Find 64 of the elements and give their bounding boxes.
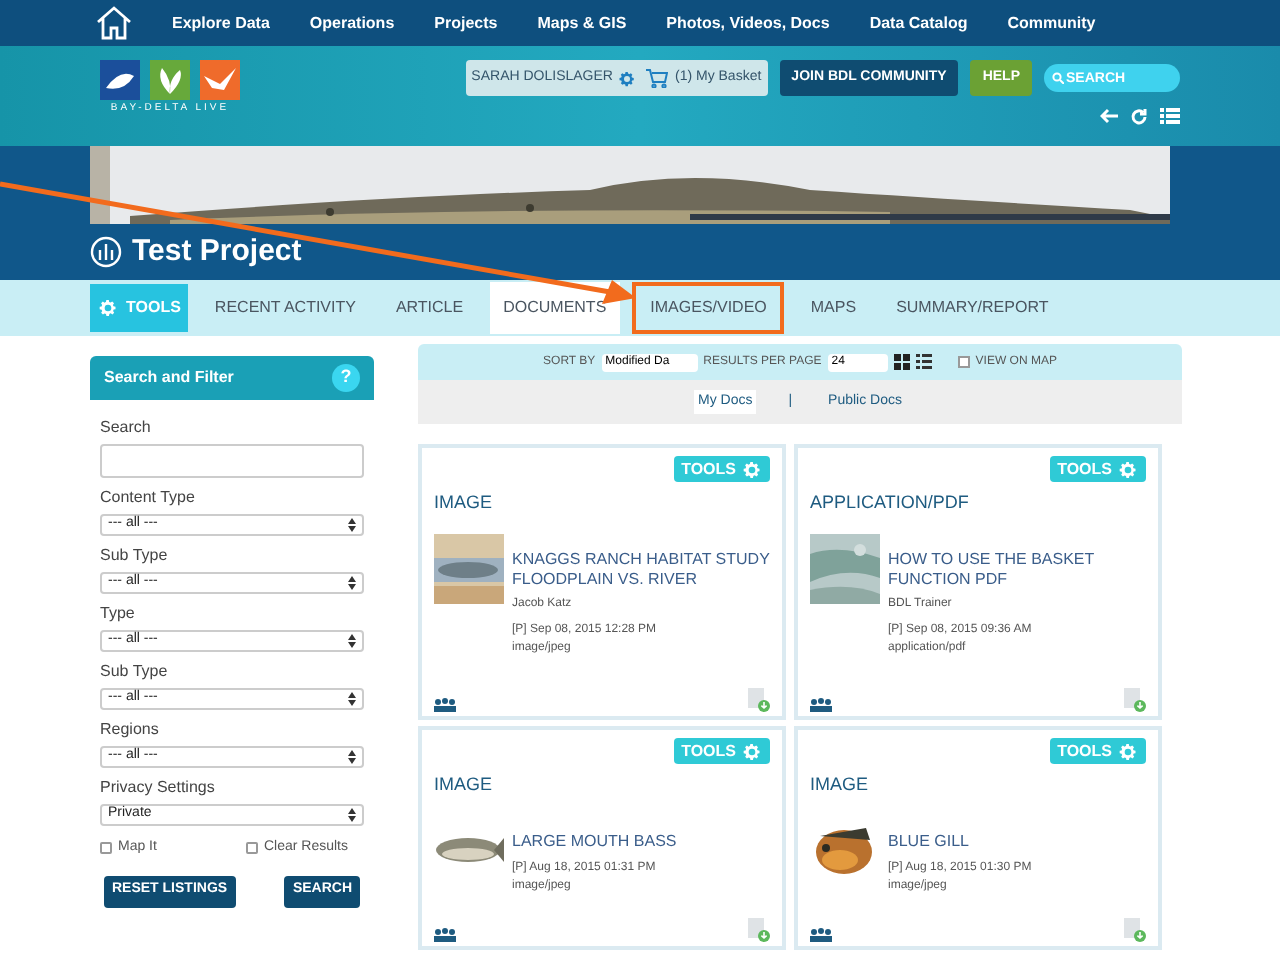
field-label: Type xyxy=(100,602,137,626)
document-title[interactable]: BLUE GILL xyxy=(888,831,1032,851)
back-arrow-icon[interactable] xyxy=(1100,108,1118,124)
refresh-icon[interactable] xyxy=(1130,108,1148,126)
nav-link[interactable]: Data Catalog xyxy=(869,11,968,35)
gear-icon xyxy=(1118,459,1138,479)
gear-icon xyxy=(618,69,637,87)
download-icon[interactable] xyxy=(1124,918,1146,942)
field-label: Search xyxy=(100,416,153,440)
tab[interactable]: DOCUMENTS xyxy=(489,282,621,334)
checkbox[interactable] xyxy=(245,842,258,855)
checkbox[interactable] xyxy=(957,356,970,368)
document-title[interactable]: HOW TO USE THE BASKET FUNCTION PDF xyxy=(888,549,1146,589)
nav-link[interactable]: Explore Data xyxy=(172,11,270,35)
dropdown-arrows-icon xyxy=(348,750,356,764)
group-icon[interactable] xyxy=(810,698,832,712)
dropdown-arrows-icon xyxy=(348,518,356,532)
download-icon[interactable] xyxy=(1124,688,1146,712)
list-view-icon[interactable] xyxy=(915,354,932,370)
nav-link[interactable]: Projects xyxy=(434,11,498,35)
dropdown-arrows-icon xyxy=(348,692,356,706)
document-title[interactable]: LARGE MOUTH BASS xyxy=(512,831,677,851)
home-icon[interactable] xyxy=(96,6,132,40)
dropdown-arrows-icon xyxy=(348,576,356,590)
gear-icon xyxy=(1118,741,1138,761)
tab[interactable]: MAPS xyxy=(796,282,871,334)
field-label: Sub Type xyxy=(100,660,170,684)
tab[interactable]: ARTICLE xyxy=(381,282,478,334)
grid-view-icon[interactable] xyxy=(893,354,910,370)
list-icon[interactable] xyxy=(1160,108,1180,124)
tab[interactable]: IMAGES/VIDEO xyxy=(632,282,785,334)
document-type: APPLICATION/PDF xyxy=(810,490,971,516)
gear-icon xyxy=(742,741,762,761)
document-type: IMAGE xyxy=(434,490,495,516)
nav-link[interactable]: Maps & GIS xyxy=(537,11,627,35)
dropdown-arrows-icon xyxy=(348,634,356,648)
tab[interactable]: SUMMARY/REPORT xyxy=(882,282,1063,334)
group-icon[interactable] xyxy=(434,928,456,942)
dropdown-arrows-icon xyxy=(348,808,356,822)
field-label: Content Type xyxy=(100,486,197,510)
filter-title: Search and Filter xyxy=(104,366,234,390)
field-label: Regions xyxy=(100,718,161,742)
nav-link[interactable]: Operations xyxy=(309,11,395,35)
gear-icon xyxy=(742,459,762,479)
project-icon xyxy=(90,236,122,268)
download-icon[interactable] xyxy=(748,688,770,712)
search-icon xyxy=(1052,72,1064,84)
search-input[interactable] xyxy=(100,444,364,478)
project-title: Test Project xyxy=(132,231,302,272)
field-label: Privacy Settings xyxy=(100,776,217,800)
logo-drawing[interactable] xyxy=(100,60,240,100)
cart-icon[interactable] xyxy=(646,68,669,88)
document-type: IMAGE xyxy=(810,772,871,798)
tab[interactable]: RECENT ACTIVITY xyxy=(200,282,370,334)
nav-link[interactable]: Community xyxy=(1007,11,1096,35)
document-type: IMAGE xyxy=(434,772,495,798)
field-label: Sub Type xyxy=(100,544,170,568)
group-icon[interactable] xyxy=(434,698,456,712)
gear-icon xyxy=(98,298,118,318)
document-title[interactable]: KNAGGS RANCH HABITAT STUDY FLOODPLAIN VS. RIVER xyxy=(512,549,770,589)
group-icon[interactable] xyxy=(810,928,832,942)
checkbox[interactable] xyxy=(100,842,112,855)
download-icon[interactable] xyxy=(748,918,770,942)
nav-link[interactable]: Photos, Videos, Docs xyxy=(666,11,830,35)
